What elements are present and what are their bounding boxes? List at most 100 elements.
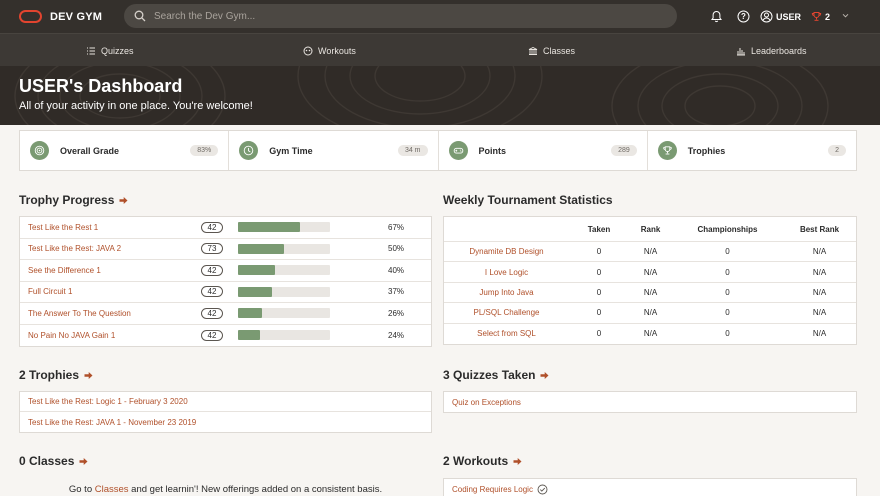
search-input[interactable]: Search the Dev Gym... bbox=[124, 4, 677, 28]
classes-link[interactable]: Classes bbox=[95, 484, 129, 495]
progress-fill bbox=[238, 308, 262, 319]
progress-bar bbox=[238, 265, 330, 276]
progress-bar bbox=[238, 243, 330, 254]
nav-leaderboards[interactable]: Leaderboards bbox=[736, 34, 807, 67]
trophy-progress-heading[interactable]: Trophy Progress bbox=[19, 193, 128, 207]
best-rank-cell: N/A bbox=[812, 308, 827, 318]
dashboard-hero: USER's Dashboard All of your activity in… bbox=[0, 66, 880, 125]
bell-icon[interactable] bbox=[710, 10, 723, 23]
list-item[interactable]: Test Like the Rest: JAVA 1 - November 23… bbox=[20, 412, 431, 432]
classes-text-before: Go to bbox=[68, 484, 95, 495]
trophy-name-link[interactable]: No Pain No JAVA Gain 1 bbox=[28, 331, 115, 340]
trophy-name-link[interactable]: See the Difference 1 bbox=[28, 266, 101, 275]
trophy-count-badge: 73 bbox=[201, 243, 223, 255]
workouts-heading[interactable]: 2 Workouts bbox=[443, 454, 522, 468]
trophy-counter[interactable]: 2 bbox=[811, 11, 830, 22]
stat-value: 34 m bbox=[397, 145, 428, 156]
arrow-right-icon bbox=[84, 371, 93, 379]
stat-value: 289 bbox=[611, 145, 637, 156]
trophy-count: 2 bbox=[824, 11, 830, 22]
trophy-icon bbox=[811, 12, 822, 21]
trophy-count-badge: 42 bbox=[201, 307, 223, 319]
section-title: 2 Workouts bbox=[443, 454, 509, 468]
classes-text-after: and get learnin'! New offerings added on… bbox=[128, 484, 383, 495]
list-item[interactable]: Coding Requires Logic bbox=[444, 479, 856, 496]
stats-bar: Overall Grade 83% Gym Time 34 m Points 2… bbox=[19, 130, 857, 171]
best-rank-cell: N/A bbox=[812, 267, 827, 277]
brand-name: DEV GYM bbox=[50, 10, 103, 23]
trophy-icon bbox=[657, 141, 677, 160]
progress-bar bbox=[238, 308, 330, 319]
nav-quizzes-label: Quizzes bbox=[101, 45, 134, 56]
classes-icon bbox=[528, 46, 538, 55]
progress-percent: 40% bbox=[388, 265, 405, 275]
user-menu[interactable]: USER bbox=[760, 10, 801, 23]
stat-gym-time: Gym Time 34 m bbox=[229, 131, 439, 170]
column-header: Taken bbox=[587, 224, 611, 234]
nav-workouts-label: Workouts bbox=[318, 45, 356, 56]
stat-label: Overall Grade bbox=[60, 145, 120, 156]
trophy-count-badge: 42 bbox=[201, 221, 223, 233]
column-header: Best Rank bbox=[799, 224, 840, 234]
stat-trophies: Trophies 2 bbox=[648, 131, 856, 170]
list-item[interactable]: Quiz on Exceptions bbox=[444, 392, 856, 412]
table-row: Select from SQL 0 N/A 0 N/A bbox=[444, 324, 856, 344]
weekly-tournament-table: Taken Rank Championships Best Rank Dynam… bbox=[443, 216, 857, 345]
trophy-name-link[interactable]: Test Like the Rest: JAVA 2 bbox=[28, 244, 121, 253]
list-item[interactable]: Test Like the Rest: Logic 1 - February 3… bbox=[20, 392, 431, 412]
progress-bar bbox=[238, 286, 330, 297]
progress-fill bbox=[238, 286, 273, 297]
tournament-name-link[interactable]: I Love Logic bbox=[444, 268, 569, 277]
trophy-progress-row: Test Like the Rest: JAVA 2 73 50% bbox=[20, 239, 431, 260]
progress-fill bbox=[238, 265, 275, 276]
workouts-list: Coding Requires Logic bbox=[443, 478, 857, 496]
table-row: PL/SQL Challenge 0 N/A 0 N/A bbox=[444, 303, 856, 324]
taken-cell: 0 bbox=[596, 308, 602, 318]
trophy-progress-row: See the Difference 1 42 40% bbox=[20, 260, 431, 282]
tournament-name-link[interactable]: Dynamite DB Design bbox=[444, 247, 569, 256]
tournament-name-link[interactable]: PL/SQL Challenge bbox=[444, 308, 569, 317]
taken-cell: 0 bbox=[596, 329, 602, 339]
workouts-icon bbox=[303, 46, 313, 55]
search-placeholder: Search the Dev Gym... bbox=[154, 10, 256, 22]
table-header: Taken Rank Championships Best Rank bbox=[444, 217, 856, 242]
oracle-logo-icon bbox=[19, 10, 42, 23]
progress-percent: 67% bbox=[388, 222, 405, 232]
user-label: USER bbox=[775, 11, 801, 22]
table-row: I Love Logic 0 N/A 0 N/A bbox=[444, 262, 856, 283]
tournament-name-link[interactable]: Jump Into Java bbox=[444, 288, 569, 297]
svg-text:?: ? bbox=[741, 12, 746, 21]
trophy-name-link[interactable]: Full Circuit 1 bbox=[28, 287, 72, 296]
trophies-list: Test Like the Rest: Logic 1 - February 3… bbox=[19, 391, 432, 433]
trophy-progress-row: No Pain No JAVA Gain 1 42 24% bbox=[20, 325, 431, 347]
classes-heading[interactable]: 0 Classes bbox=[19, 454, 88, 468]
rank-cell: N/A bbox=[643, 267, 658, 277]
top-bar: DEV GYM Search the Dev Gym... ? USER 2 bbox=[0, 0, 880, 33]
nav-classes[interactable]: Classes bbox=[528, 34, 575, 67]
table-row: Jump Into Java 0 N/A 0 N/A bbox=[444, 283, 856, 304]
quizzes-heading[interactable]: 3 Quizzes Taken bbox=[443, 368, 549, 382]
nav-quizzes[interactable]: Quizzes bbox=[86, 34, 134, 67]
arrow-right-icon bbox=[79, 457, 88, 465]
clock-icon bbox=[239, 141, 259, 160]
brand-logo[interactable]: DEV GYM bbox=[19, 10, 102, 23]
section-title: Weekly Tournament Statistics bbox=[443, 193, 613, 207]
trophies-heading[interactable]: 2 Trophies bbox=[19, 368, 93, 382]
championships-cell: 0 bbox=[725, 308, 730, 318]
championships-cell: 0 bbox=[725, 267, 730, 277]
stat-value: 83% bbox=[190, 145, 219, 156]
tournament-name-link[interactable]: Select from SQL bbox=[444, 329, 569, 338]
nav-workouts[interactable]: Workouts bbox=[303, 34, 356, 67]
help-icon[interactable]: ? bbox=[737, 10, 750, 23]
trophy-name-link[interactable]: The Answer To The Question bbox=[28, 309, 131, 318]
user-icon bbox=[760, 10, 773, 23]
column-header: Championships bbox=[697, 224, 758, 234]
progress-percent: 50% bbox=[388, 244, 405, 254]
taken-cell: 0 bbox=[596, 267, 602, 277]
trophy-name-link[interactable]: Test Like the Rest 1 bbox=[28, 223, 98, 232]
arrow-right-icon bbox=[513, 457, 522, 465]
trophy-progress-row: The Answer To The Question 42 26% bbox=[20, 303, 431, 325]
chevron-down-icon[interactable] bbox=[841, 11, 850, 22]
progress-fill bbox=[238, 222, 300, 233]
stat-overall-grade: Overall Grade 83% bbox=[20, 131, 230, 170]
